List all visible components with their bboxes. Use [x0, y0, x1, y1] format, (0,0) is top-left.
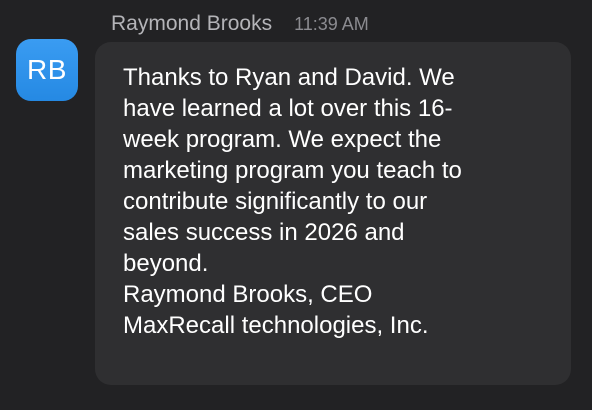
message-line: MaxRecall technologies, Inc. — [123, 312, 429, 339]
message-line: Raymond Brooks, CEO — [123, 281, 373, 308]
message-header: Raymond Brooks 11:39 AM — [111, 12, 369, 40]
message-line: marketing program you teach to — [123, 157, 462, 184]
message-line: beyond. — [123, 250, 209, 277]
chat-view: RB Raymond Brooks 11:39 AM Thanks to Rya… — [0, 0, 592, 410]
message-line: Thanks to Ryan and David. We — [123, 64, 455, 91]
message-bubble[interactable]: Thanks to Ryan and David. We have learne… — [95, 42, 571, 385]
message-line: week program. We expect the — [123, 126, 442, 153]
message-timestamp: 11:39 AM — [294, 14, 369, 34]
avatar-initials: RB — [27, 54, 67, 85]
sender-name[interactable]: Raymond Brooks — [111, 12, 272, 36]
message-line: contribute significantly to our — [123, 188, 428, 215]
message-line: sales success in 2026 and — [123, 219, 405, 246]
avatar[interactable]: RB — [16, 39, 78, 101]
scrollbar[interactable] — [578, 250, 586, 360]
message-line: have learned a lot over this 16- — [123, 95, 453, 122]
